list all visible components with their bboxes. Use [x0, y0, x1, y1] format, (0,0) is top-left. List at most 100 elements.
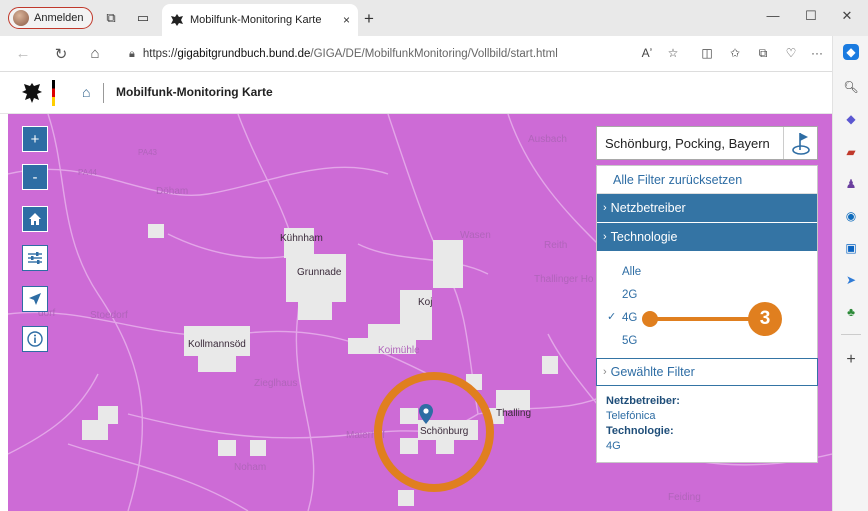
tree-icon[interactable]: ♣ [843, 304, 859, 320]
zoom-in-button[interactable]: + [22, 126, 48, 152]
technology-options: Alle 2G ✓ 4G 5G [597, 252, 817, 358]
tab-close-icon[interactable]: × [343, 13, 350, 27]
locate-search-button[interactable] [783, 127, 817, 159]
coverage-gap-tile [298, 300, 332, 320]
place-label-doeham: Döham [156, 186, 189, 197]
games-icon[interactable]: ♟ [843, 176, 859, 192]
tab-favicon-eagle-icon [171, 14, 183, 26]
road-label-pa43: PA43 [138, 148, 157, 157]
profile-button[interactable]: Anmelden [8, 7, 93, 29]
map-home-button[interactable] [22, 206, 48, 232]
tab-mobilfunk-monitoring[interactable]: Mobilfunk-Monitoring Karte × [162, 4, 358, 36]
place-label-feiding: Feiding [668, 492, 701, 503]
back-icon[interactable]: ← [14, 45, 32, 62]
address-bar-row: ← ↻ ⌂ 🔒︎ https://gigabitgrundbuch.bund.d… [0, 36, 832, 72]
selected-operator-key: Netzbetreiber: [606, 395, 680, 407]
selected-tech-value: 4G [606, 440, 621, 452]
shopping-icon[interactable]: ◆ [843, 111, 859, 127]
selected-operator-value: Telefónica [606, 410, 656, 422]
tech-option-2g[interactable]: 2G [597, 283, 817, 306]
coverage-gap-tile [82, 420, 108, 440]
tech-option-label: 5G [622, 334, 638, 347]
coverage-gap-tile [250, 440, 266, 456]
filter-settings-button[interactable] [22, 245, 48, 271]
coverage-gap-tile [542, 356, 558, 374]
tech-option-label: Alle [622, 265, 642, 278]
maximize-icon[interactable]: ☐ [796, 8, 826, 24]
place-label-thalling: Thalling [496, 408, 532, 419]
section-technologie-label: Technologie [610, 230, 678, 244]
search-icon[interactable]: 🔍︎ [843, 79, 859, 95]
chevron-right-icon: › [603, 366, 607, 378]
add-sidebar-icon[interactable]: + [843, 352, 859, 368]
coverage-gap-tile [433, 240, 463, 288]
road-label-pa44: PA44 [78, 168, 97, 177]
place-label-wasen: Wasen [460, 230, 491, 241]
microsoft365-icon[interactable]: ◉ [843, 208, 859, 224]
callout-badge: 3 [748, 302, 782, 336]
more-menu-icon[interactable]: ··· [808, 46, 826, 60]
coverage-gap-tile [218, 440, 236, 456]
sidebar-divider [841, 334, 861, 335]
browser-essentials-icon[interactable]: ♡ [782, 46, 800, 60]
window-close-icon[interactable]: ✕ [832, 8, 862, 24]
url-path: /GIGA/DE/MobilfunkMonitoring/Vollbild/st… [310, 48, 558, 60]
outlook-icon[interactable]: ▣ [843, 240, 859, 256]
info-button[interactable] [22, 326, 48, 352]
location-search [596, 126, 818, 160]
page-header: ⌂ Mobilfunk-Monitoring Karte [0, 72, 832, 114]
coverage-gap-tile [148, 224, 164, 238]
send-icon[interactable]: ➤ [843, 272, 859, 288]
place-label-gruennade: Grunnade [297, 267, 342, 278]
home-browser-icon[interactable]: ⌂ [86, 45, 104, 62]
navigation-arrow-icon [29, 293, 41, 305]
place-label-zieglhaus: Zieglhaus [254, 378, 298, 389]
tech-option-5g[interactable]: 5G [597, 329, 817, 352]
refresh-icon[interactable]: ↻ [52, 45, 70, 63]
chevron-right-icon: › [603, 231, 607, 243]
minimize-icon[interactable]: — [758, 8, 788, 23]
url-field[interactable]: 🔒︎ https://gigabitgrundbuch.bund.de/GIGA… [123, 41, 633, 67]
collections-icon[interactable]: ⧉ [754, 46, 772, 61]
tools-icon[interactable]: ▰ [843, 144, 859, 160]
coverage-gap-tile [348, 338, 378, 354]
lock-icon: 🔒︎ [129, 47, 135, 60]
section-netzbetreiber-label: Netzbetreiber [610, 201, 686, 215]
reset-filters-link[interactable]: Alle Filter zurücksetzen [597, 166, 817, 194]
highlight-ring [374, 372, 494, 492]
url-host: gigabitgrundbuch.bund.de [177, 48, 311, 60]
tech-option-label: 4G [622, 311, 638, 324]
workspaces-icon[interactable]: ⧉ [103, 10, 119, 26]
section-netzbetreiber[interactable]: › Netzbetreiber [597, 194, 817, 223]
header-divider [103, 83, 104, 103]
locate-me-button[interactable] [22, 286, 48, 312]
favorites-icon[interactable]: ✩ [726, 46, 744, 60]
home-icon[interactable]: ⌂ [82, 84, 90, 100]
location-pin-icon[interactable] [419, 404, 433, 424]
tech-option-alle[interactable]: Alle [597, 260, 817, 283]
split-screen-icon[interactable]: ◫ [698, 46, 716, 60]
section-technologie[interactable]: › Technologie [597, 223, 817, 252]
checkmark-icon: ✓ [607, 311, 617, 323]
section-gewaehlte-filter[interactable]: › Gewählte Filter [596, 358, 818, 386]
tab-actions-icon[interactable]: ▭ [135, 10, 151, 26]
filter-panel: Alle Filter zurücksetzen › Netzbetreiber… [596, 165, 818, 463]
new-tab-button[interactable]: + [364, 9, 374, 29]
browser-tab-bar: Anmelden ⧉ ▭ Mobilfunk-Monitoring Karte … [0, 0, 868, 36]
place-label-thallinger-holz: Thallinger Ho [534, 274, 594, 285]
house-icon [29, 213, 41, 225]
profile-label: Anmelden [34, 12, 84, 24]
copilot-icon[interactable]: ◆ [843, 44, 859, 60]
location-search-input[interactable] [597, 127, 785, 159]
read-aloud-icon[interactable]: Aʼ [638, 46, 656, 60]
zoom-out-button[interactable]: - [22, 164, 48, 190]
edge-sidebar: ◆ 🔍︎ ◆ ▰ ♟ ◉ ▣ ➤ ♣ + [832, 36, 868, 511]
place-label-ausbach: Ausbach [528, 134, 567, 145]
favorite-star-icon[interactable]: ☆ [664, 46, 682, 60]
tech-option-label: 2G [622, 288, 638, 301]
page-title: Mobilfunk-Monitoring Karte [116, 85, 273, 99]
url-scheme: https:// [142, 48, 178, 60]
place-label-kojmuehle: Kojmühle [378, 345, 420, 356]
german-flag-bar [52, 80, 55, 106]
coverage-gap-tile [496, 390, 530, 410]
